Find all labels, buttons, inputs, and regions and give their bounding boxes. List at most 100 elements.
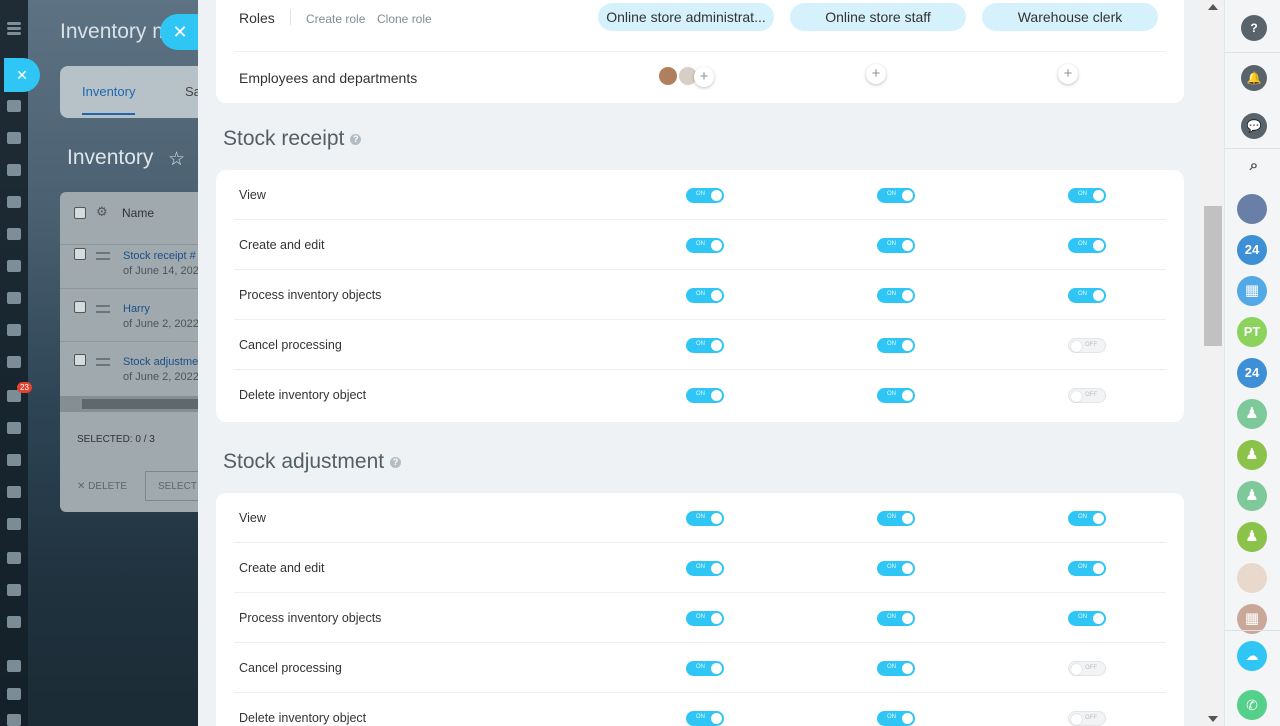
star-icon[interactable]: ☆: [168, 148, 185, 171]
search-icon[interactable]: ⌕: [1241, 153, 1267, 179]
chat-avatar[interactable]: ♟: [1237, 522, 1267, 552]
permission-toggle[interactable]: ON: [877, 711, 915, 726]
chat-avatar[interactable]: 24: [1237, 235, 1267, 265]
permission-toggle[interactable]: ON: [1068, 511, 1106, 526]
row-link[interactable]: Stock receipt #: [123, 250, 196, 262]
table-row[interactable]: Stock receipt # of June 14, 202: [60, 236, 220, 289]
feed-icon[interactable]: [7, 100, 21, 112]
bell-icon[interactable]: 🔔: [1241, 65, 1267, 91]
grid-scrollbar[interactable]: [60, 396, 220, 412]
row-checkbox[interactable]: [74, 354, 86, 366]
select-all-checkbox[interactable]: [74, 207, 86, 219]
chat-avatar[interactable]: ▦: [1237, 276, 1267, 306]
permission-toggle[interactable]: ON: [877, 388, 915, 403]
menu-icon[interactable]: [7, 22, 21, 25]
role-column-online-store-staff[interactable]: Online store staff: [790, 3, 966, 31]
cloud-phone-icon[interactable]: ☁: [1237, 641, 1267, 671]
role-column-online-store-admin[interactable]: Online store administrat...: [598, 3, 774, 31]
help-icon[interactable]: ?: [390, 456, 402, 468]
create-role-link[interactable]: Create role: [306, 12, 365, 26]
role-column-warehouse-clerk[interactable]: Warehouse clerk: [982, 3, 1158, 31]
settings-sliders-icon[interactable]: [7, 584, 21, 596]
permission-toggle[interactable]: ON: [1068, 238, 1106, 253]
scroll-thumb[interactable]: [1204, 206, 1222, 346]
row-checkbox[interactable]: [74, 248, 86, 260]
plus-icon[interactable]: [7, 714, 21, 726]
chat-search-icon[interactable]: 💬: [1241, 113, 1267, 139]
permission-toggle[interactable]: ON: [686, 611, 724, 626]
task-icon[interactable]: [7, 356, 21, 368]
group-icon[interactable]: [7, 292, 21, 304]
permission-toggle[interactable]: ON: [1068, 611, 1106, 626]
permission-toggle[interactable]: ON: [686, 238, 724, 253]
permission-toggle[interactable]: ON: [877, 511, 915, 526]
help-icon[interactable]: ?: [1241, 15, 1267, 41]
gear-icon[interactable]: [7, 688, 21, 700]
help-icon[interactable]: ?: [350, 133, 362, 145]
row-link[interactable]: Harry: [123, 303, 150, 315]
chat-avatar[interactable]: PT: [1237, 317, 1267, 347]
drive-icon[interactable]: [7, 260, 21, 272]
permission-toggle[interactable]: ON: [877, 188, 915, 203]
chat-avatar[interactable]: [1237, 563, 1267, 593]
mail-icon[interactable]: [7, 324, 21, 336]
permission-toggle[interactable]: ON: [877, 611, 915, 626]
permission-toggle[interactable]: ON: [686, 661, 724, 676]
table-row[interactable]: Harry of June 2, 2022: [60, 289, 220, 342]
add-employee-button[interactable]: +: [694, 67, 714, 87]
permission-toggle[interactable]: ON: [1068, 561, 1106, 576]
row-link[interactable]: Stock adjustme: [123, 356, 198, 368]
chat-avatar[interactable]: ♟: [1237, 481, 1267, 511]
clone-role-link[interactable]: Clone role: [377, 12, 432, 26]
chat-avatar[interactable]: 24: [1237, 358, 1267, 388]
permission-toggle[interactable]: ON: [686, 711, 724, 726]
panel-close-button[interactable]: ✕: [160, 14, 200, 50]
permission-toggle[interactable]: OFF: [1068, 711, 1106, 726]
structure-icon[interactable]: [7, 660, 21, 672]
column-header-name[interactable]: Name: [122, 206, 154, 220]
chat-avatar[interactable]: ♟: [1237, 440, 1267, 470]
permission-toggle[interactable]: OFF: [1068, 388, 1106, 403]
delete-button[interactable]: ✕ DELETE: [77, 481, 127, 492]
permission-toggle[interactable]: ON: [877, 238, 915, 253]
gear-icon[interactable]: ⚙: [96, 204, 108, 220]
permission-toggle[interactable]: ON: [686, 188, 724, 203]
chat-avatar[interactable]: [1237, 194, 1267, 224]
chat-avatar[interactable]: ♟: [1237, 399, 1267, 429]
panel-scrollbar[interactable]: [1202, 0, 1224, 726]
row-menu-icon[interactable]: [96, 358, 110, 366]
table-row[interactable]: Stock adjustme of June 2, 2022: [60, 342, 220, 395]
cart-icon[interactable]: [7, 454, 21, 466]
row-menu-icon[interactable]: [96, 305, 110, 313]
permission-toggle[interactable]: ON: [686, 388, 724, 403]
permission-toggle[interactable]: ON: [686, 338, 724, 353]
call-icon[interactable]: ✆: [1237, 690, 1267, 720]
permission-toggle[interactable]: ON: [877, 561, 915, 576]
permission-toggle[interactable]: ON: [1068, 188, 1106, 203]
contact-card-icon[interactable]: [7, 486, 21, 498]
tab-inventory[interactable]: Inventory: [82, 84, 136, 115]
permission-toggle[interactable]: OFF: [1068, 661, 1106, 676]
bank-icon[interactable]: [7, 616, 21, 628]
calendar-icon[interactable]: [7, 164, 21, 176]
row-menu-icon[interactable]: [96, 252, 110, 260]
add-employee-button[interactable]: +: [1058, 64, 1078, 84]
scroll-up-arrow-icon[interactable]: [1208, 4, 1218, 10]
permission-toggle[interactable]: OFF: [1068, 338, 1106, 353]
permission-toggle[interactable]: ON: [1068, 288, 1106, 303]
permission-toggle[interactable]: ON: [877, 338, 915, 353]
employee-avatar[interactable]: [657, 65, 679, 87]
sites-icon[interactable]: [7, 552, 21, 564]
permission-toggle[interactable]: ON: [686, 288, 724, 303]
robot-icon[interactable]: [7, 228, 21, 240]
sidebar-close-icon[interactable]: ✕: [4, 58, 40, 92]
permission-toggle[interactable]: ON: [686, 561, 724, 576]
chat-icon[interactable]: [7, 132, 21, 144]
row-checkbox[interactable]: [74, 301, 86, 313]
permission-toggle[interactable]: ON: [877, 661, 915, 676]
permission-toggle[interactable]: ON: [686, 511, 724, 526]
box-icon[interactable]: [7, 518, 21, 530]
scroll-down-arrow-icon[interactable]: [1208, 716, 1218, 722]
permission-toggle[interactable]: ON: [877, 288, 915, 303]
target-icon[interactable]: [7, 422, 21, 434]
